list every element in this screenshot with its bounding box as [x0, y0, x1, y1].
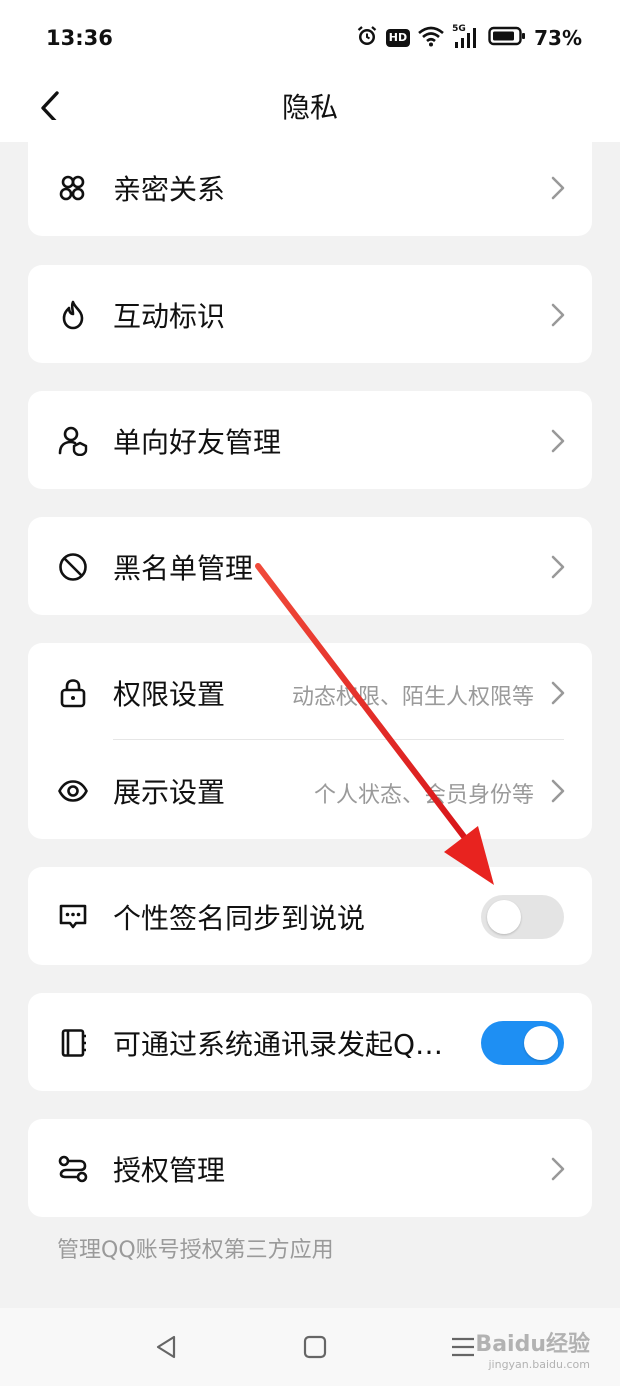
- row-label: 互动标识: [113, 300, 226, 333]
- menu-lines-icon: [452, 1337, 474, 1357]
- nav-back-button[interactable]: [152, 1332, 182, 1362]
- card-authorization: 授权管理: [28, 1119, 592, 1217]
- status-time: 13:36: [46, 26, 113, 50]
- battery-icon: [488, 26, 526, 50]
- row-subtitle: 动态权限、陌生人权限等: [291, 685, 534, 710]
- card-contacts: 可通过系统通讯录发起Q…: [28, 993, 592, 1091]
- contacts-toggle[interactable]: [481, 1021, 564, 1065]
- alarm-icon: [356, 25, 378, 51]
- toggle-knob: [487, 900, 521, 934]
- toggle-knob: [524, 1026, 558, 1060]
- battery-percent: 73%: [534, 26, 582, 50]
- signal-icon: 5G: [452, 24, 480, 50]
- card-blacklist: 黑名单管理: [28, 517, 592, 615]
- card-settings-group: 权限设置 动态权限、陌生人权限等 展示设置 个人状态、会员身份等: [28, 643, 592, 839]
- contacts-book-icon: [61, 1029, 86, 1057]
- intimate-relation-icon: [59, 175, 85, 201]
- row-oneway-friend-management[interactable]: 单向好友管理: [28, 391, 592, 489]
- row-subtitle: 个人状态、会员身份等: [313, 783, 534, 808]
- nav-menu-button[interactable]: [448, 1332, 478, 1362]
- home-square-icon: [303, 1335, 327, 1359]
- row-label: 黑名单管理: [113, 552, 254, 585]
- row-label: 授权管理: [113, 1154, 226, 1187]
- row-label: 亲密关系: [113, 173, 226, 206]
- hd-icon: HD: [385, 29, 411, 47]
- chevron-right-icon: [551, 779, 565, 803]
- status-icons: HD 5G 73%: [356, 24, 582, 51]
- user-shield-icon: [58, 426, 88, 456]
- nav-home-button[interactable]: [300, 1332, 330, 1362]
- lock-icon: [60, 679, 86, 708]
- watermark-brand: Baidu经验: [475, 1332, 590, 1357]
- signature-sync-toggle[interactable]: [481, 895, 564, 939]
- row-intimate-relation[interactable]: 亲密关系: [28, 138, 592, 236]
- message-icon: [59, 904, 87, 929]
- card-signature-sync: 个性签名同步到说说: [28, 867, 592, 965]
- chevron-right-icon: [551, 681, 565, 705]
- row-interaction-badge[interactable]: 互动标识: [28, 265, 592, 363]
- row-label: 个性签名同步到说说: [113, 902, 366, 935]
- chevron-right-icon: [551, 1157, 565, 1181]
- card-intimate: 亲密关系: [28, 120, 592, 236]
- baidu-jingyan-watermark: Baidu经验 jingyan.baidu.com: [475, 1326, 590, 1371]
- row-authorization-management[interactable]: 授权管理: [28, 1119, 592, 1217]
- chevron-right-icon: [551, 555, 565, 579]
- watermark-url: jingyan.baidu.com: [488, 1358, 590, 1371]
- row-display-settings[interactable]: 展示设置 个人状态、会员身份等: [28, 741, 592, 839]
- row-label: 单向好友管理: [113, 426, 282, 459]
- chevron-right-icon: [551, 176, 565, 200]
- chevron-right-icon: [551, 429, 565, 453]
- eye-icon: [58, 780, 88, 802]
- row-permission-settings[interactable]: 权限设置 动态权限、陌生人权限等: [28, 643, 592, 741]
- row-label: 可通过系统通讯录发起Q…: [113, 1028, 444, 1061]
- row-blacklist-management[interactable]: 黑名单管理: [28, 517, 592, 615]
- chevron-right-icon: [551, 303, 565, 327]
- card-interaction: 互动标识: [28, 265, 592, 363]
- flame-icon: [62, 300, 84, 330]
- divider: [113, 739, 564, 740]
- row-signature-sync: 个性签名同步到说说: [28, 867, 592, 965]
- row-contacts-initiate: 可通过系统通讯录发起Q…: [28, 993, 592, 1091]
- wifi-icon: [418, 25, 444, 51]
- authorization-footnote: 管理QQ账号授权第三方应用: [57, 1238, 334, 1263]
- block-icon: [59, 553, 87, 581]
- back-triangle-icon: [156, 1335, 176, 1359]
- row-label: 权限设置: [113, 678, 226, 711]
- row-label: 展示设置: [113, 776, 226, 809]
- auth-link-icon: [58, 1155, 88, 1183]
- card-oneway-friends: 单向好友管理: [28, 391, 592, 489]
- status-bar: 13:36 HD 5G 73%: [0, 0, 620, 76]
